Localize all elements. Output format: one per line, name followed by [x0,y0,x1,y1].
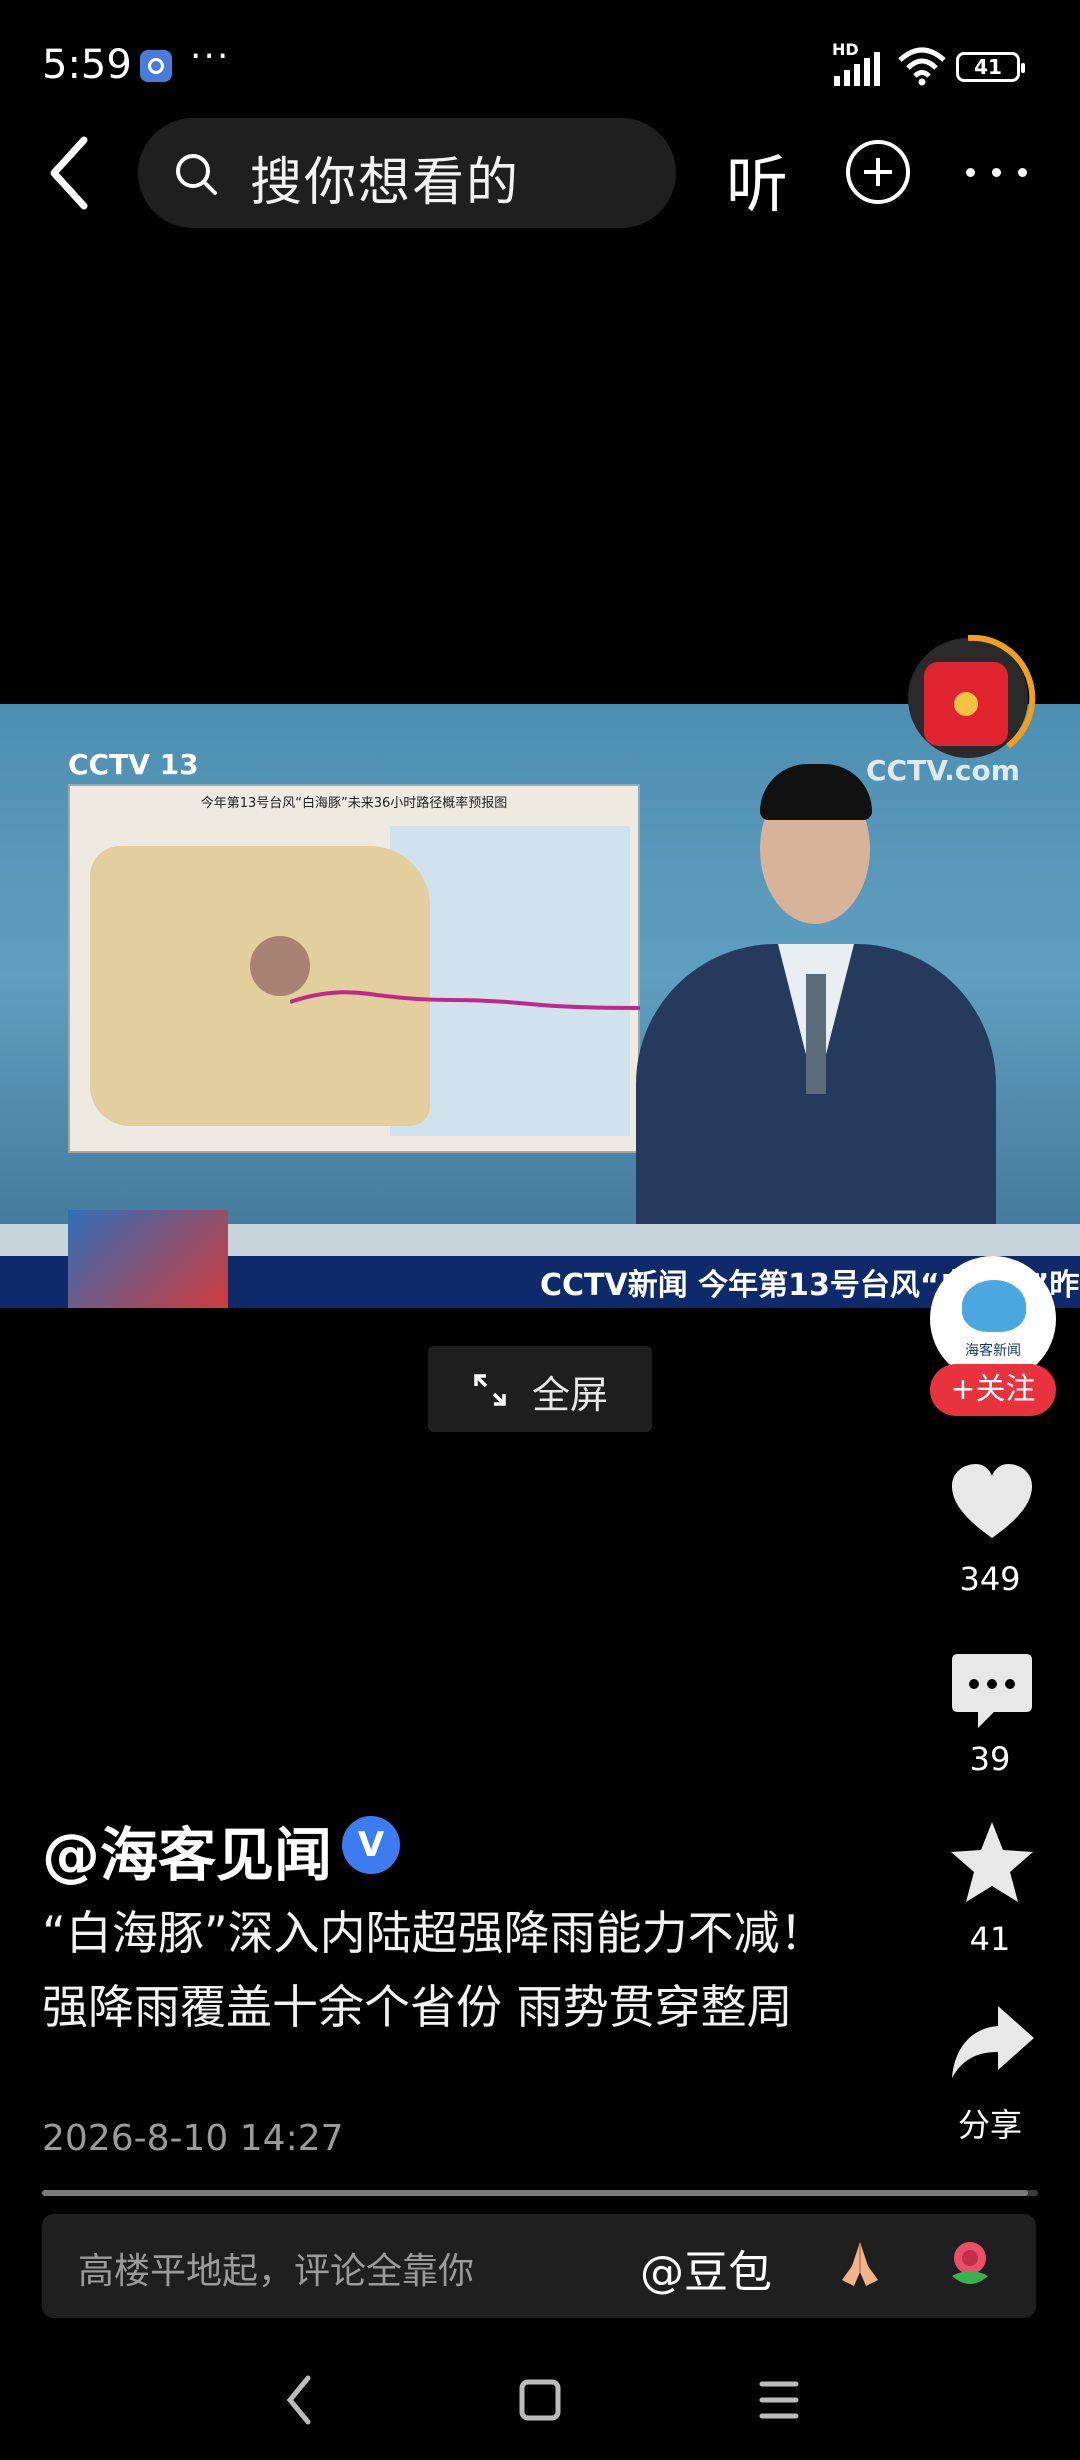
search-icon [176,154,217,195]
post-date: 2026-8-10 14:27 [42,2118,344,2159]
fullscreen-label: 全屏 [532,1373,609,1417]
author-name[interactable]: @海客见闻 [42,1808,332,1892]
fullscreen-icon [474,1374,506,1406]
system-navigation-bar [286,2375,799,2425]
nav-menu-icon [759,2381,799,2419]
typhoon-path-map: 今年第13号台风“白海豚”未来36小时路径概率预报图 [68,784,641,1153]
avatar-logo-mark [962,1280,1026,1332]
nav-home-icon [519,2379,561,2421]
comment-placeholder: 高楼平地起，评论全靠你 [78,2251,475,2292]
anchor-hair [760,764,872,820]
search-placeholder: 搜你想看的 [250,153,521,213]
pray-emoji-icon[interactable] [832,2236,888,2292]
video-progress-fill [42,2190,1029,2196]
favorite-count: 41 [969,1920,1011,1958]
wifi-icon [898,47,946,86]
battery-indicator: 41 [956,52,1025,82]
back-button[interactable] [40,128,100,218]
comment-input[interactable]: 高楼平地起，评论全靠你 @豆包 [42,2214,1036,2318]
cctv13-logo: CCTV 13 [68,748,199,781]
listen-button[interactable]: 听 [726,134,788,224]
share-icon[interactable] [948,1998,1036,2086]
settings-notification-icon [140,50,172,82]
map-title: 今年第13号台风“白海豚”未来36小时路径概率预报图 [200,796,508,811]
add-icon[interactable] [846,140,910,204]
follow-button[interactable]: +关注 [930,1364,1056,1416]
comment-icon[interactable] [948,1648,1036,1736]
like-count: 349 [959,1560,1021,1598]
flower-emoji-icon[interactable] [942,2236,998,2292]
nav-back-icon [286,2375,311,2425]
fullscreen-button[interactable]: 全屏 [428,1346,652,1432]
status-bar: 5:59 ··· HD 41 [0,0,1080,130]
video-player[interactable]: CCTV 13 CCTV.com 今年第13号台风“白海豚”未来36小时路径概率… [0,704,1080,1308]
signal-icon [834,52,880,86]
star-icon[interactable] [948,1818,1036,1906]
anchor-tie [806,974,826,1094]
status-more-notifications: ··· [190,36,231,77]
typhoon-track-line [290,990,641,1010]
verified-badge: V [342,1816,400,1874]
red-envelope-icon[interactable] [924,662,1008,746]
avatar-text: 海客新闻 [965,1343,1021,1359]
status-time: 5:59 [42,42,132,88]
heart-icon[interactable] [948,1460,1036,1548]
mention-button[interactable]: @豆包 [640,2236,772,2300]
share-label: 分享 [957,2106,1022,2144]
search-bar[interactable]: 搜你想看的 [138,118,676,228]
inset-thumbnail [68,1210,228,1308]
post-caption[interactable]: “白海豚”深入内陆超强降雨能力不减！强降雨覆盖十余个省份 雨势贯穿整周 [42,1896,862,2044]
more-icon[interactable] [962,140,1032,200]
comment-count: 39 [969,1740,1011,1778]
video-progress-bar[interactable] [42,2190,1038,2196]
